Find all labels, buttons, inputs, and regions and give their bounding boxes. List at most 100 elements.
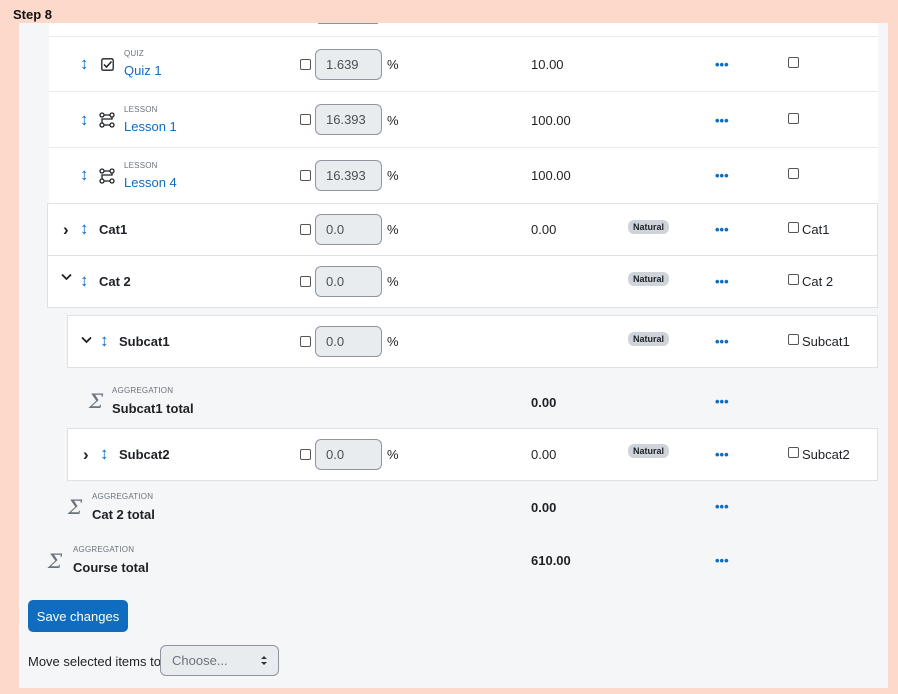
- aggregation-badge: Natural: [628, 444, 670, 458]
- max-grade: 100.00: [531, 168, 571, 183]
- module-type-label: LESSON: [124, 105, 158, 114]
- percent-unit: %: [387, 168, 399, 183]
- weight-override-checkbox[interactable]: [300, 449, 311, 460]
- top-remnant-field: [318, 23, 378, 24]
- weight-override-checkbox[interactable]: [300, 336, 311, 347]
- weight-override-checkbox[interactable]: [300, 276, 311, 287]
- actions-menu-button[interactable]: •••: [715, 334, 729, 349]
- select-checkbox[interactable]: [788, 113, 799, 124]
- module-type-label: AGGREGATION: [92, 492, 154, 501]
- category-name: Cat 2: [99, 274, 131, 289]
- max-grade: 0.00: [531, 447, 557, 462]
- percent-unit: %: [387, 113, 399, 128]
- select-checkbox-label: Subcat2: [802, 447, 850, 462]
- move-items-label: Move selected items to: [28, 654, 161, 669]
- module-type-label: AGGREGATION: [112, 386, 174, 395]
- weight-input[interactable]: 0.0: [315, 326, 382, 357]
- module-type-label: LESSON: [124, 161, 158, 170]
- move-target-select[interactable]: Choose...: [160, 645, 279, 676]
- expand-chevron-icon[interactable]: ›: [63, 220, 69, 240]
- weight-override-checkbox[interactable]: [300, 170, 311, 181]
- aggregation-badge: Natural: [628, 332, 670, 346]
- module-type-label: QUIZ: [124, 49, 144, 58]
- weight-input[interactable]: 16.393: [315, 104, 382, 135]
- actions-menu-button[interactable]: •••: [715, 274, 729, 289]
- quiz-icon: [101, 58, 114, 71]
- item-link-quiz-1[interactable]: Quiz 1: [124, 63, 162, 78]
- divider: [49, 36, 878, 37]
- expand-chevron-icon[interactable]: ›: [83, 445, 89, 465]
- actions-menu-button[interactable]: •••: [715, 447, 729, 462]
- move-icon[interactable]: ↕: [100, 332, 109, 349]
- weight-override-checkbox[interactable]: [300, 114, 311, 125]
- move-icon[interactable]: ↕: [80, 111, 89, 128]
- weight-input[interactable]: 0.0: [315, 266, 382, 297]
- sigma-icon: Σ: [89, 389, 104, 413]
- select-checkbox[interactable]: [788, 168, 799, 179]
- select-checkbox[interactable]: [788, 447, 799, 458]
- max-grade: 0.00: [531, 222, 557, 237]
- gradebook-setup-panel: ↕ QUIZ Quiz 1 1.639 % 10.00 ••• ↕ LESSON…: [19, 23, 888, 688]
- select-checkbox[interactable]: [788, 334, 799, 345]
- weight-override-checkbox[interactable]: [300, 59, 311, 70]
- select-checkbox[interactable]: [788, 57, 799, 68]
- move-icon[interactable]: ↕: [80, 55, 89, 72]
- actions-menu-button[interactable]: •••: [715, 222, 729, 237]
- actions-menu-button[interactable]: •••: [715, 553, 729, 568]
- total-name: Course total: [73, 560, 149, 575]
- category-row-cat-2: [47, 255, 878, 308]
- module-type-label: AGGREGATION: [73, 545, 135, 554]
- move-icon[interactable]: ↕: [100, 445, 109, 462]
- category-row-subcat2: [67, 428, 878, 481]
- weight-input[interactable]: 16.393: [315, 160, 382, 191]
- weight-override-checkbox[interactable]: [300, 224, 311, 235]
- select-checkbox[interactable]: [788, 274, 799, 285]
- actions-menu-button[interactable]: •••: [715, 499, 729, 514]
- weight-input[interactable]: 0.0: [315, 214, 382, 245]
- step-label: Step 8: [13, 7, 53, 22]
- total-value: 0.00: [531, 500, 557, 515]
- actions-menu-button[interactable]: •••: [715, 394, 729, 409]
- percent-unit: %: [387, 222, 399, 237]
- select-checkbox-label: Cat1: [802, 222, 830, 237]
- select-checkbox-label: Cat 2: [802, 274, 834, 289]
- total-name: Cat 2 total: [92, 507, 155, 522]
- select-checkbox[interactable]: [788, 222, 799, 233]
- collapse-chevron-icon[interactable]: [61, 273, 72, 281]
- max-grade: 10.00: [531, 57, 564, 72]
- item-link-lesson-1[interactable]: Lesson 1: [124, 119, 177, 134]
- select-checkbox-label: Subcat1: [802, 334, 850, 349]
- lesson-icon: [99, 168, 115, 184]
- actions-menu-button[interactable]: •••: [715, 168, 729, 183]
- percent-unit: %: [387, 447, 399, 462]
- divider: [49, 147, 878, 148]
- aggregation-badge: Natural: [628, 220, 670, 234]
- move-target-placeholder: Choose...: [172, 653, 228, 668]
- move-icon[interactable]: ↕: [80, 272, 89, 289]
- total-name: Subcat1 total: [112, 401, 194, 416]
- category-name: Subcat1: [119, 334, 170, 349]
- lesson-icon: [99, 112, 115, 128]
- sigma-icon: Σ: [68, 495, 83, 519]
- move-icon[interactable]: ↕: [80, 220, 89, 237]
- weight-input[interactable]: 0.0: [315, 439, 382, 470]
- total-value: 0.00: [531, 395, 557, 410]
- percent-unit: %: [387, 334, 399, 349]
- percent-unit: %: [387, 274, 399, 289]
- actions-menu-button[interactable]: •••: [715, 57, 729, 72]
- save-changes-button[interactable]: Save changes: [28, 600, 128, 632]
- actions-menu-button[interactable]: •••: [715, 113, 729, 128]
- percent-unit: %: [387, 57, 399, 72]
- category-row-cat1: [47, 203, 878, 256]
- max-grade: 100.00: [531, 113, 571, 128]
- category-row-subcat1: [67, 315, 878, 368]
- collapse-chevron-icon[interactable]: [81, 336, 92, 344]
- total-value: 610.00: [531, 553, 571, 568]
- weight-input[interactable]: 1.639: [315, 49, 382, 80]
- item-link-lesson-4[interactable]: Lesson 4: [124, 175, 177, 190]
- aggregation-badge: Natural: [628, 272, 670, 286]
- category-name: Cat1: [99, 222, 128, 237]
- move-icon[interactable]: ↕: [80, 166, 89, 183]
- select-arrow-icon: [260, 646, 268, 675]
- divider: [49, 91, 878, 92]
